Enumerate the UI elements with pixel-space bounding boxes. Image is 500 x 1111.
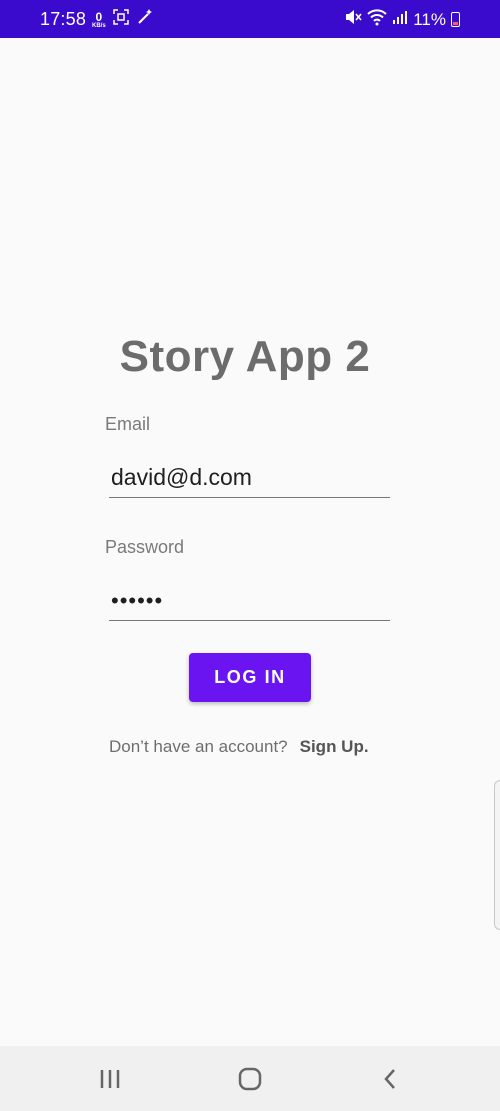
battery-icon: [451, 12, 460, 27]
navigation-bar: [0, 1046, 500, 1111]
status-left-icons: 0 KB/s: [92, 8, 154, 31]
login-button[interactable]: LOG IN: [189, 653, 311, 702]
data-speed-unit: KB/s: [92, 22, 106, 29]
app-title: Story App 2: [119, 332, 371, 381]
edge-panel-handle[interactable]: [494, 780, 500, 930]
signup-prompt: Don’t have an account? Sign Up.: [109, 737, 369, 757]
no-account-text: Don’t have an account?: [109, 737, 288, 756]
mute-icon: [344, 8, 362, 31]
back-icon[interactable]: [375, 1064, 405, 1094]
signup-link[interactable]: Sign Up.: [300, 737, 369, 757]
password-field[interactable]: [109, 581, 390, 621]
email-label: Email: [105, 414, 151, 434]
password-label: Password: [105, 537, 185, 557]
signal-icon: [392, 9, 408, 30]
recent-apps-icon[interactable]: [95, 1064, 125, 1094]
status-right-icons: 11%: [344, 8, 460, 31]
data-speed-value: 0: [95, 9, 103, 24]
home-icon[interactable]: [235, 1064, 265, 1094]
data-speed-icon: 0 KB/s: [92, 11, 106, 29]
status-time: 17:58: [40, 9, 87, 29]
magic-wand-icon: [136, 8, 154, 31]
login-screen: 17:58 0 KB/s 11% Story App 2 Email david…: [0, 0, 500, 1111]
battery-percent: 11%: [413, 9, 446, 29]
wifi-icon: [367, 8, 387, 31]
email-field[interactable]: [109, 458, 390, 498]
screen-capture-icon: [112, 9, 129, 30]
status-bar: 17:58 0 KB/s 11%: [0, 0, 500, 38]
